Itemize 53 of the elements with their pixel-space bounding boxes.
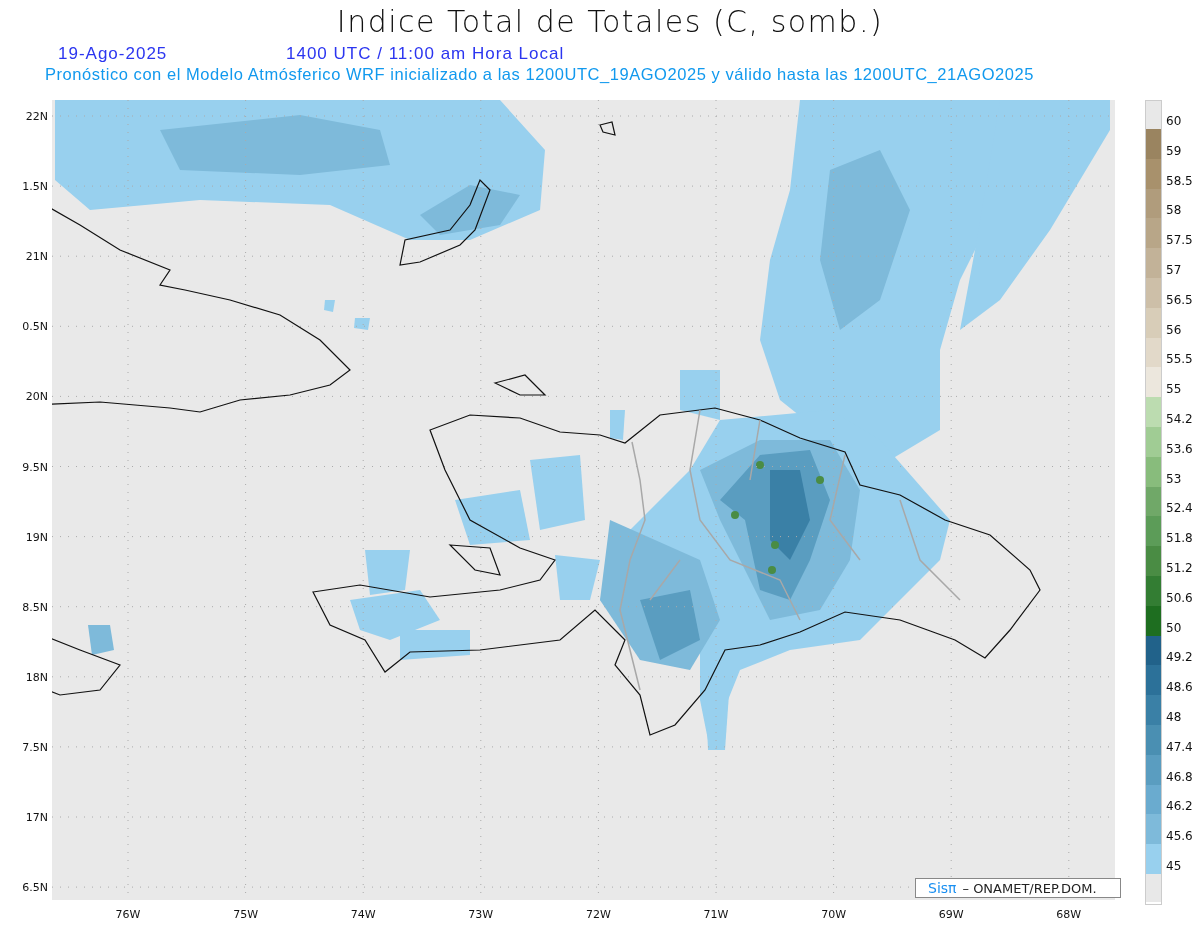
forecast-subtitle: Pronóstico con el Modelo Atmósferico WRF inicializado a las 1200UTC_19AGO2025 y válido hasta las 1200UTC_21AGO2025 bbox=[45, 65, 1035, 85]
latitude-label: 19N bbox=[25, 530, 48, 544]
latitude-label: 18N bbox=[25, 670, 48, 684]
latitude-label: 0.5N bbox=[22, 319, 48, 333]
scale-label: 50 bbox=[1166, 620, 1183, 637]
scale-label: 60 bbox=[1166, 114, 1183, 130]
scale-label: 45.6 bbox=[1166, 829, 1193, 846]
scale-label: 48 bbox=[1166, 709, 1183, 726]
scale-label: 53.6 bbox=[1166, 441, 1193, 458]
longitude-label: 68W bbox=[1056, 908, 1082, 921]
scale-label: 56.5 bbox=[1166, 292, 1193, 309]
longitude-label: 70W bbox=[821, 908, 847, 921]
scale-label: 57.5 bbox=[1166, 233, 1193, 250]
scale-label: 46.2 bbox=[1166, 799, 1193, 816]
latitude-label: 17N bbox=[25, 810, 48, 824]
latitude-label: 1.5N bbox=[22, 179, 48, 193]
longitude-label: 74W bbox=[350, 908, 376, 921]
brand-logo-text: Sisπ bbox=[928, 880, 957, 896]
latitude-label: 21N bbox=[25, 249, 48, 263]
chart-title: Indice Total de Totales (C, somb.) bbox=[335, 3, 885, 41]
scale-label: 51.8 bbox=[1166, 531, 1193, 548]
scale-label: 59 bbox=[1166, 143, 1183, 160]
latitude-label: 22N bbox=[25, 109, 48, 123]
scale-label: 56 bbox=[1166, 322, 1183, 339]
latitude-label: 6.5N bbox=[22, 880, 48, 894]
longitude-label: 75W bbox=[233, 908, 259, 921]
longitude-label: 73W bbox=[468, 908, 494, 921]
scale-label: 55.5 bbox=[1166, 352, 1193, 369]
scale-label: 53 bbox=[1166, 471, 1183, 488]
scale-label: 50.6 bbox=[1166, 590, 1193, 607]
scale-label: 51.2 bbox=[1166, 560, 1193, 577]
longitude-label: 69W bbox=[938, 908, 964, 921]
scale-label: 47.4 bbox=[1166, 739, 1193, 756]
longitude-label: 72W bbox=[585, 908, 611, 921]
credit-text: – ONAMET/REP.DOM. bbox=[962, 880, 1097, 896]
scale-label: 46.8 bbox=[1166, 769, 1193, 786]
scale-label: 45 bbox=[1166, 858, 1183, 875]
scale-label: 52.4 bbox=[1166, 501, 1193, 518]
longitude-label: 71W bbox=[703, 908, 729, 921]
scale-label: 58 bbox=[1166, 203, 1183, 220]
forecast-date: 19-Ago-2025 bbox=[58, 44, 169, 65]
latitude-label: 7.5N bbox=[22, 740, 48, 754]
scale-label: 54.2 bbox=[1166, 411, 1193, 428]
forecast-time: 1400 UTC / 11:00 am Hora Local bbox=[286, 44, 565, 65]
latitude-label: 20N bbox=[25, 389, 48, 403]
latitude-label: 8.5N bbox=[22, 600, 48, 614]
scale-label: 58.5 bbox=[1166, 173, 1193, 190]
scale-label: 55 bbox=[1166, 382, 1183, 399]
scale-label: 49.2 bbox=[1166, 650, 1193, 667]
latitude-label: 9.5N bbox=[22, 460, 48, 473]
scale-label: 48.6 bbox=[1166, 680, 1193, 697]
longitude-label: 76W bbox=[115, 908, 141, 921]
scale-label: 57 bbox=[1166, 263, 1183, 279]
